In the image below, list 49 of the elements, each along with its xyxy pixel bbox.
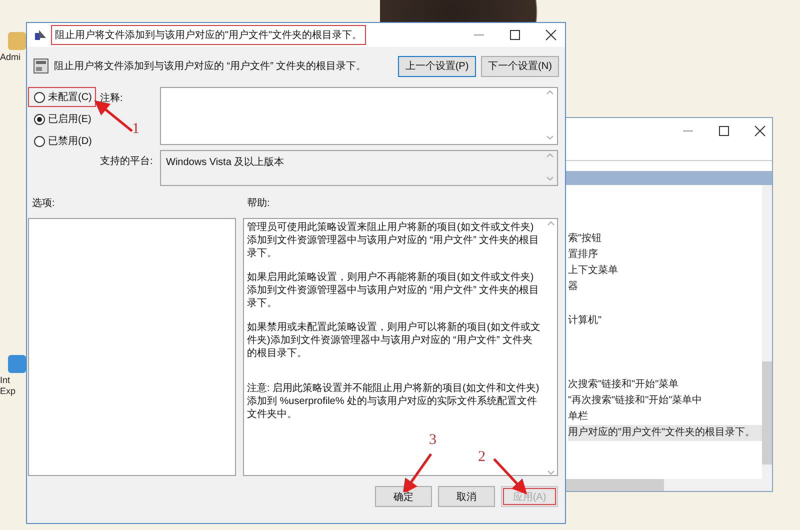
list-item[interactable]: 计算机" xyxy=(568,313,762,329)
nav-button[interactable]: 上一个设置(P) xyxy=(398,56,476,76)
list-item[interactable]: 上下文菜单 xyxy=(568,263,762,279)
field-label: 支持的平台: xyxy=(100,154,153,168)
list-item[interactable]: 用户对应的"用户文件"文件夹的根目录下。 xyxy=(568,425,762,441)
callout-number: 2 xyxy=(478,449,486,466)
nav-button[interactable]: 下一个设置(N) xyxy=(481,56,559,76)
platform-value: Windows Vista 及以上版本 xyxy=(165,156,286,170)
radio-option[interactable]: 未配置(C) xyxy=(28,87,96,107)
desktop-icon-label: Int Exp xyxy=(0,375,17,397)
list-item[interactable]: 单栏 xyxy=(568,409,762,425)
help-paragraph: 注意: 启用此策略设置并不能阻止用户将新的项目(如文件和文件夹)添加到 %userprofile% 处的与该用户对应的实际文件系统配置文件文件夹中。 xyxy=(247,382,540,421)
field-label: 注释: xyxy=(100,92,123,105)
help-paragraph: 如果启用此策略设置，则用户不再能将新的项目(如文件或文件夹)添加到文件资源管理器中与该用户对应的 “用户文件” 文件夹的根目录下。 xyxy=(247,271,540,310)
callout-number: 3 xyxy=(429,432,436,449)
section-label: 选项: xyxy=(31,196,56,211)
desktop-icon xyxy=(6,353,28,375)
window-title: 阻止用户将文件添加到与该用户对应的"用户文件"文件夹的根目录下。 xyxy=(51,25,366,45)
help-paragraph: 如果禁用或未配置此策略设置，则用户可以将新的项目(如文件或文件夹)添加到文件资源管理器中与该用户对应的 “用户文件” 文件夹的根目录下。 xyxy=(247,321,542,360)
radio-option[interactable]: 已禁用(D) xyxy=(28,131,96,151)
radio-button[interactable] xyxy=(34,136,45,146)
dialog-button[interactable]: 确定 xyxy=(375,486,432,507)
policy-icon xyxy=(33,28,47,42)
policy-heading: 阻止用户将文件添加到与该用户对应的 “用户文件” 文件夹的根目录下。 xyxy=(54,60,368,73)
dialog-button[interactable]: 取消 xyxy=(438,486,495,507)
scrollbar[interactable] xyxy=(762,185,772,479)
radio-button[interactable] xyxy=(34,114,45,124)
list-item[interactable]: 次搜索"链接和"开始"菜单 xyxy=(568,377,762,393)
radio-label: 未配置(C) xyxy=(48,90,92,104)
radio-button[interactable] xyxy=(34,92,45,102)
radio-label: 已禁用(D) xyxy=(48,134,92,148)
radio-option[interactable]: 已启用(E) xyxy=(28,109,96,129)
maximize-icon xyxy=(509,29,521,41)
close-icon xyxy=(545,29,557,41)
comment-field[interactable] xyxy=(160,87,558,145)
close-icon xyxy=(754,125,766,137)
policy-setting-icon xyxy=(33,58,49,74)
desktop-icon-label: Admi xyxy=(0,52,22,63)
section-label: 帮助: xyxy=(246,196,271,211)
maximize-icon xyxy=(718,125,730,137)
list-item[interactable]: 器 xyxy=(568,279,762,295)
radio-label: 已启用(E) xyxy=(48,112,92,126)
help-paragraph: 管理员可使用此策略设置来阻止用户将新的项目(如文件或文件夹)添加到文件资源管理器中与该用户对应的 “用户文件” 文件夹的根目录下。 xyxy=(247,221,540,260)
list-item[interactable]: 置排序 xyxy=(568,247,762,263)
scroll-arrows-icon xyxy=(546,89,554,141)
list-item[interactable]: 索"按钮 xyxy=(568,231,762,247)
list-item[interactable]: "再次搜索"链接和"开始"菜单中 xyxy=(568,393,762,409)
callout-number: 1 xyxy=(132,121,140,138)
desktop-icon xyxy=(6,30,28,52)
